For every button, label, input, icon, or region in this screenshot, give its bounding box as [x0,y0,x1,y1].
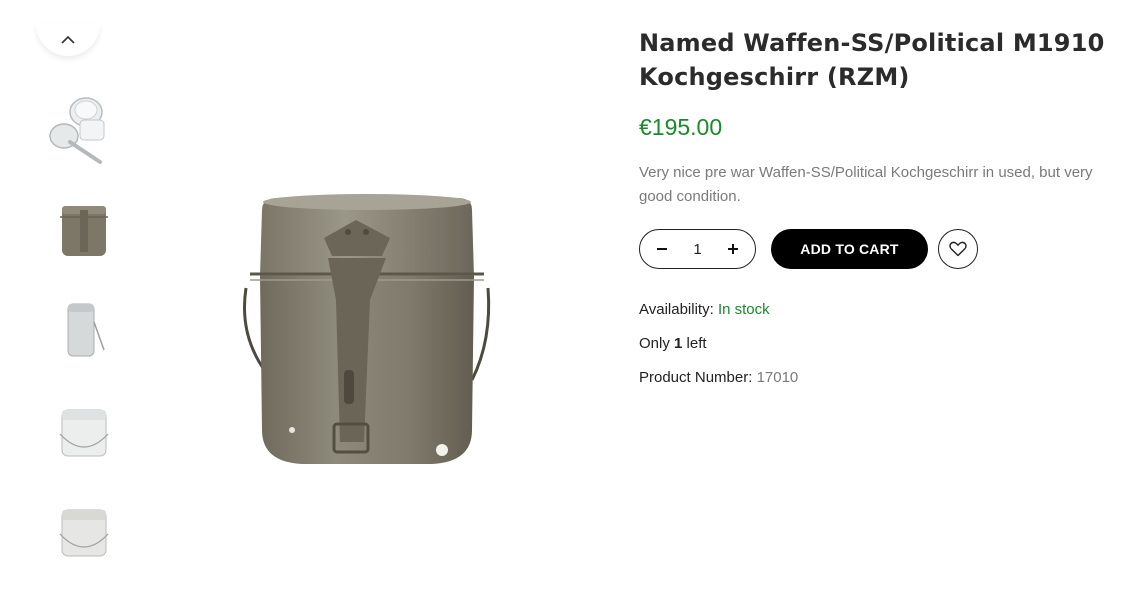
quantity-input[interactable]: 1 [693,241,701,258]
plus-icon [728,244,738,254]
mess-kit-front-image [60,206,108,256]
product-title: Named Waffen-SS/Political M1910 Kochgesc… [639,29,1105,91]
minus-icon [657,248,667,250]
availability-value: In stock [717,301,770,318]
add-to-cart-button[interactable]: ADD TO CART [771,229,928,269]
heart-icon [949,241,967,257]
product-meta: Availability: In stock Only 1 left Produ… [639,301,1129,403]
product-info: Named Waffen-SS/Political M1910 Kochgesc… [639,26,1129,403]
quantity-stepper: 1 [639,229,756,269]
product-price: €195.00 [639,114,723,140]
product-number-label: Product Number: [639,369,753,386]
mess-kit-side-image [67,303,105,357]
thumbnail-2[interactable] [40,188,112,272]
stock-suffix: left [686,335,707,352]
product-number-row: Product Number: 17010 [639,369,1129,403]
purchase-actions: 1 ADD TO CART [639,229,1129,269]
product-number-value: 17010 [756,369,799,386]
availability-row: Availability: In stock [639,301,1129,335]
availability-label: Availability: [639,301,714,318]
stock-count: 1 [674,335,683,352]
thumbnail-5[interactable] [40,488,112,572]
wishlist-button[interactable] [938,229,978,269]
mess-kit-set-image [49,97,105,164]
thumbnail-scroll-up-button[interactable] [36,24,100,56]
thumbnail-4[interactable] [40,388,112,472]
stock-prefix: Only [639,335,670,352]
product-description: Very nice pre war Waffen-SS/Political Ko… [639,164,1093,205]
main-product-image[interactable] [232,180,502,470]
mess-kit-white-image-2 [59,509,109,557]
mess-kit-white-image [59,409,109,457]
quantity-increase-button[interactable] [725,241,741,257]
mess-kit-main-image [242,194,491,464]
stock-row: Only 1 left [639,335,1129,369]
chevron-up-icon [61,35,75,44]
thumbnail-3[interactable] [40,288,112,372]
thumbnail-1[interactable] [40,88,112,172]
thumbnail-gallery [24,24,114,597]
quantity-decrease-button[interactable] [654,241,670,257]
